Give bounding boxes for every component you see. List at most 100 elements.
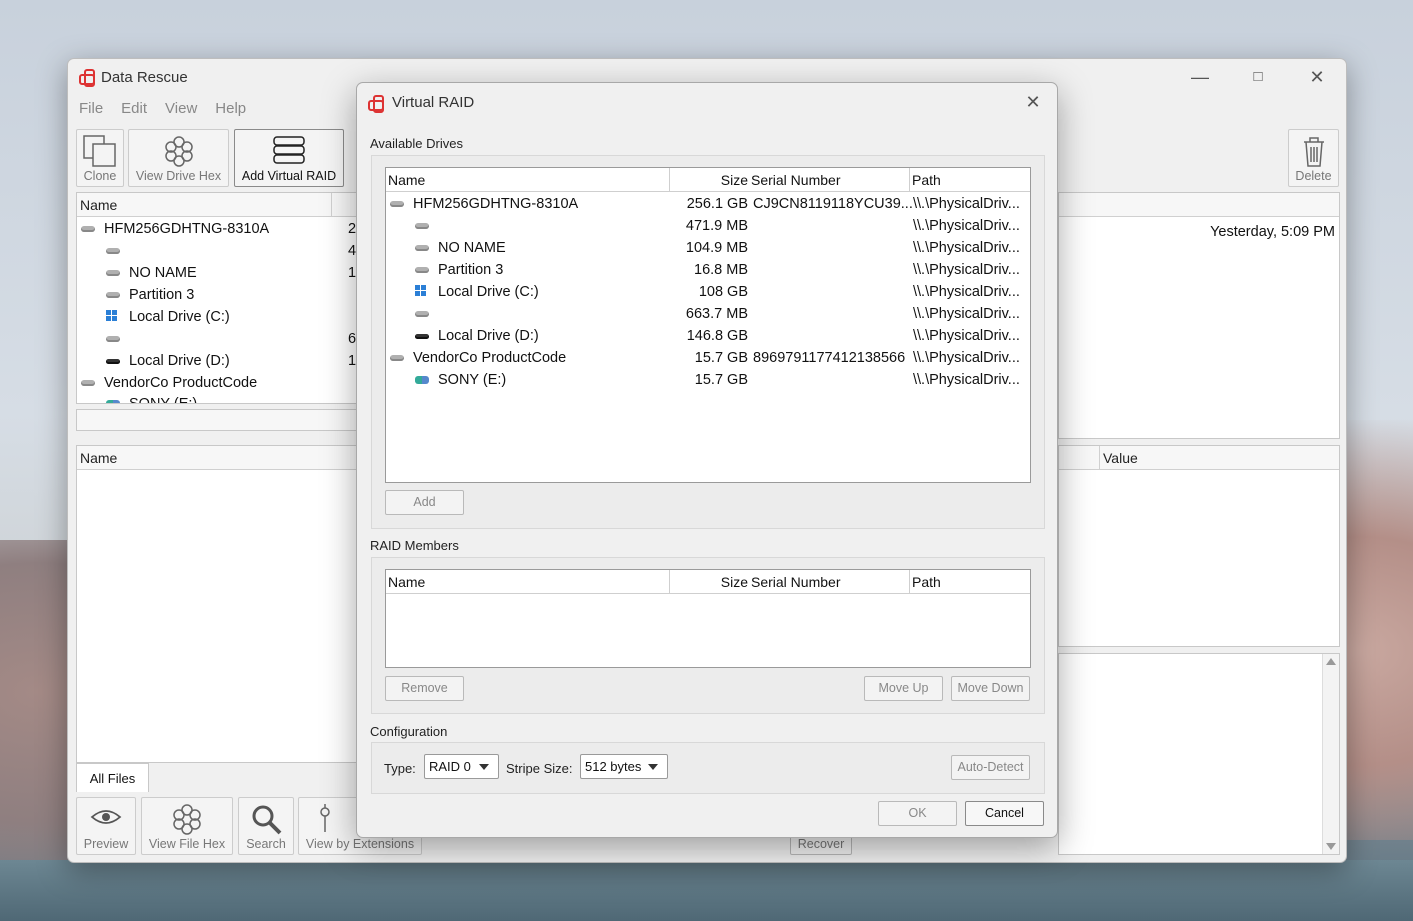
tree-row[interactable]: VendorCo ProductCode [81,372,257,394]
delete-button[interactable]: Delete [1288,129,1339,187]
preview-pane [1058,653,1340,855]
view-file-hex-button[interactable]: View File Hex [141,797,233,855]
menu-view[interactable]: View [165,100,197,117]
add-virtual-raid-button[interactable]: Add Virtual RAID [234,129,344,187]
dialog-title: Virtual RAID [392,94,475,111]
disk-icon [106,248,120,255]
water [0,860,1413,921]
clone-icon [83,135,116,167]
size-cell: 1 [348,265,357,281]
raid-members-table[interactable]: Name Size Serial Number Path [385,569,1031,668]
tree-row[interactable]: Partition 3 [106,284,194,306]
maximize-icon[interactable]: □ [1240,65,1276,89]
drive-tree-header: Name [77,193,365,217]
preview-scrollbar[interactable] [1322,654,1339,854]
tree-row[interactable]: Local Drive (D:) [106,350,230,372]
search-button[interactable]: Search [238,797,294,855]
disk-icon [390,355,404,362]
path-field[interactable] [76,409,366,431]
name-column-header[interactable]: Name [80,197,117,213]
add-button[interactable]: Add [385,490,464,515]
close-icon[interactable]: ✕ [1299,65,1335,89]
name-column-header[interactable]: Name [386,570,669,594]
windows-icon [106,310,120,320]
cancel-button[interactable]: Cancel [965,801,1044,826]
disk-icon [81,380,95,387]
clone-label: Clone [83,169,117,183]
windows-icon [415,285,429,295]
move-down-button[interactable]: Move Down [951,676,1030,701]
disk-icon [415,311,429,318]
stripe-size-label: Stripe Size: [506,761,573,776]
tree-row[interactable] [106,240,129,262]
disk-icon [415,333,429,339]
view-drive-hex-button[interactable]: View Drive Hex [128,129,229,187]
properties-value-pane: Value [1058,445,1340,647]
search-icon [252,805,282,835]
menu-file[interactable]: File [79,100,103,117]
path-column-header[interactable]: Path [909,168,1030,192]
stripe-size-select[interactable]: 512 bytes [580,754,668,779]
tree-row[interactable]: Local Drive (C:) [106,306,230,328]
view-file-hex-label: View File Hex [148,837,226,851]
tab-all-files[interactable]: All Files [76,763,149,792]
properties-name-header[interactable]: Name [77,446,365,470]
size-column-header[interactable]: Size [669,168,749,192]
available-drives-table[interactable]: Name Size Serial Number Path HFM256GDHTN… [385,167,1031,483]
size-cell: 4 [348,243,357,259]
disk-icon [415,245,429,252]
hex-icon [173,804,201,835]
available-drives-label: Available Drives [370,136,463,151]
name-column-header[interactable]: Name [386,168,669,192]
properties-pane: Name [76,445,366,763]
search-label: Search [246,837,286,851]
raid-type-select[interactable]: RAID 0 [424,754,499,779]
drive-tree-pane[interactable]: Name HFM256GDHTNG-8310A NO NAME Partitio… [76,192,366,404]
close-icon[interactable]: ✕ [1019,89,1047,115]
raid-members-label: RAID Members [370,538,459,553]
serial-column-header[interactable]: Serial Number [749,168,909,192]
drive-detail-pane: Yesterday, 5:09 PM [1058,192,1340,439]
filter-icon [320,804,330,832]
usb-drive-icon [415,376,429,385]
tree-row[interactable]: NO NAME [106,262,197,284]
disk-icon [106,292,120,299]
preview-button[interactable]: Preview [76,797,136,855]
add-virtual-raid-label: Add Virtual RAID [241,169,337,183]
menu-edit[interactable]: Edit [121,100,147,117]
ok-button[interactable]: OK [878,801,957,826]
menu-help[interactable]: Help [215,100,246,117]
size-cell: 6 [348,331,357,347]
size-cell: 2 [348,221,357,237]
disk-icon [390,201,404,208]
view-by-extensions-label: View by Extensions [305,837,415,851]
disk-icon [106,270,120,277]
disk-icon [415,267,429,274]
minimize-icon[interactable]: — [1182,65,1218,89]
tree-row[interactable]: SONY (E:) [106,393,197,403]
path-column-header[interactable]: Path [909,570,1030,594]
window-title: Data Rescue [101,69,188,86]
disk-icon [106,336,120,343]
remove-button[interactable]: Remove [385,676,464,701]
size-cell: 1 [348,353,357,369]
disk-icon [81,226,95,233]
usb-drive-icon [106,400,120,403]
move-up-button[interactable]: Move Up [864,676,943,701]
auto-detect-button[interactable]: Auto-Detect [951,755,1030,780]
type-label: Type: [384,761,416,776]
eye-icon [90,810,122,824]
value-column-header[interactable]: Value [1099,446,1138,470]
tree-row[interactable] [106,328,129,350]
preview-label: Preview [83,837,129,851]
hex-icon [164,136,193,167]
tree-row[interactable]: HFM256GDHTNG-8310A [81,218,269,240]
app-logo-icon [368,94,386,113]
delete-label: Delete [1295,169,1332,183]
serial-column-header[interactable]: Serial Number [749,570,909,594]
trash-icon [1303,137,1324,167]
clone-button[interactable]: Clone [76,129,124,187]
configuration-label: Configuration [370,724,448,739]
modified-date: Yesterday, 5:09 PM [1210,224,1335,240]
size-column-header[interactable]: Size [669,570,749,594]
